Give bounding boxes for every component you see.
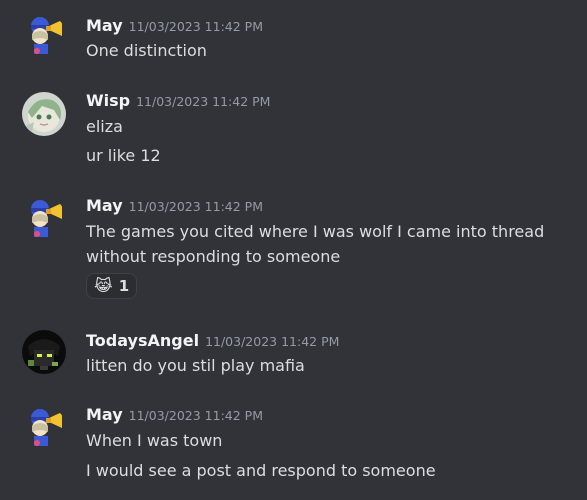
wisp-avatar-icon bbox=[22, 92, 66, 136]
message-text: The games you cited where I was wolf I c… bbox=[86, 222, 545, 241]
timestamp: 11/03/2023 11:42 PM bbox=[128, 408, 263, 423]
message-text: eliza bbox=[86, 117, 123, 136]
author-name[interactable]: TodaysAngel bbox=[86, 331, 199, 350]
message-text: litten do you stil play mafia bbox=[86, 356, 305, 375]
timestamp: 11/03/2023 11:42 PM bbox=[205, 334, 340, 349]
todaysangel-avatar-icon bbox=[22, 330, 66, 374]
timestamp: 11/03/2023 11:42 PM bbox=[136, 94, 271, 109]
avatar[interactable] bbox=[22, 330, 66, 374]
may-avatar-icon bbox=[22, 406, 66, 450]
author-name[interactable]: May bbox=[86, 405, 123, 424]
message-text: ur like 12 bbox=[86, 146, 161, 165]
avatar[interactable] bbox=[22, 406, 66, 450]
message-text: I would see a post and respond to someon… bbox=[86, 461, 436, 480]
author-name[interactable]: May bbox=[86, 196, 123, 215]
may-avatar-icon bbox=[22, 197, 66, 241]
may-avatar-icon bbox=[22, 14, 66, 58]
message-text: One distinction bbox=[86, 41, 207, 60]
avatar[interactable] bbox=[22, 14, 66, 58]
message-text: without responding to someone bbox=[86, 247, 341, 266]
cat-laughing-emoji-icon: 😹 bbox=[94, 276, 113, 295]
timestamp: 11/03/2023 11:42 PM bbox=[128, 199, 263, 214]
author-name[interactable]: Wisp bbox=[86, 91, 130, 110]
reaction-count: 1 bbox=[118, 277, 130, 295]
timestamp: 11/03/2023 11:42 PM bbox=[128, 19, 263, 34]
avatar[interactable] bbox=[22, 92, 66, 136]
reaction-button[interactable]: 😹 1 bbox=[86, 273, 138, 299]
message-text: When I was town bbox=[86, 431, 223, 450]
author-name[interactable]: May bbox=[86, 16, 123, 35]
avatar[interactable] bbox=[22, 197, 66, 241]
